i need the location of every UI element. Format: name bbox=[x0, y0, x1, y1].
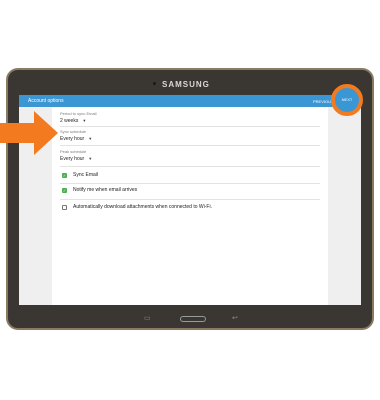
divider bbox=[60, 126, 320, 127]
sync-schedule-value: Every hour bbox=[60, 136, 85, 142]
next-button-highlight: NEXT bbox=[331, 84, 363, 116]
settings-panel: Period to sync Email 2 weeks ▼ Sync sche… bbox=[52, 107, 328, 305]
orange-arrow-callout bbox=[0, 111, 58, 155]
sync-schedule-dropdown[interactable]: Every hour ▼ bbox=[60, 135, 320, 143]
app-bar: Account options PREVIOUS NEXT bbox=[19, 95, 361, 107]
app-screen: Account options PREVIOUS NEXT Period to … bbox=[19, 95, 361, 305]
caret-down-icon: ▼ bbox=[82, 118, 87, 123]
sync-period-setting[interactable]: Period to sync Email 2 weeks ▼ bbox=[60, 111, 320, 125]
recent-apps-icon[interactable]: ▭ bbox=[144, 315, 151, 323]
brand-logo: SAMSUNG bbox=[162, 80, 210, 89]
notify-checkbox-row[interactable]: ✓ Notify me when email arrives bbox=[62, 186, 137, 195]
divider bbox=[60, 145, 320, 146]
back-icon[interactable]: ↩ bbox=[232, 315, 238, 323]
sync-email-label: Sync Email bbox=[73, 172, 99, 178]
sync-email-checkbox-row[interactable]: ✓ Sync Email bbox=[62, 171, 98, 180]
caret-down-icon: ▼ bbox=[88, 136, 93, 141]
auto-download-label: Automatically download attachments when … bbox=[73, 204, 212, 210]
highlighted-next-label: NEXT bbox=[341, 97, 353, 102]
sync-period-dropdown[interactable]: 2 weeks ▼ bbox=[60, 117, 320, 125]
peak-schedule-value: Every hour bbox=[60, 156, 85, 162]
auto-download-checkbox-row[interactable]: Automatically download attachments when … bbox=[62, 203, 212, 212]
divider bbox=[60, 199, 320, 200]
divider bbox=[60, 166, 320, 167]
caret-down-icon: ▼ bbox=[88, 156, 93, 161]
peak-schedule-dropdown[interactable]: Every hour ▼ bbox=[60, 155, 320, 163]
checkbox-unchecked-icon[interactable] bbox=[62, 205, 67, 210]
notify-label: Notify me when email arrives bbox=[73, 187, 138, 193]
checkbox-checked-icon[interactable]: ✓ bbox=[62, 188, 67, 193]
home-button[interactable] bbox=[180, 316, 206, 322]
camera-icon bbox=[153, 82, 156, 85]
right-margin bbox=[328, 107, 361, 305]
sync-period-value: 2 weeks bbox=[60, 118, 79, 124]
divider bbox=[60, 183, 320, 184]
peak-schedule-setting[interactable]: Peak schedule Every hour ▼ bbox=[60, 149, 320, 163]
sync-schedule-setting[interactable]: Sync schedule Every hour ▼ bbox=[60, 129, 320, 143]
checkbox-checked-icon[interactable]: ✓ bbox=[62, 173, 67, 178]
page-title: Account options bbox=[28, 98, 64, 104]
